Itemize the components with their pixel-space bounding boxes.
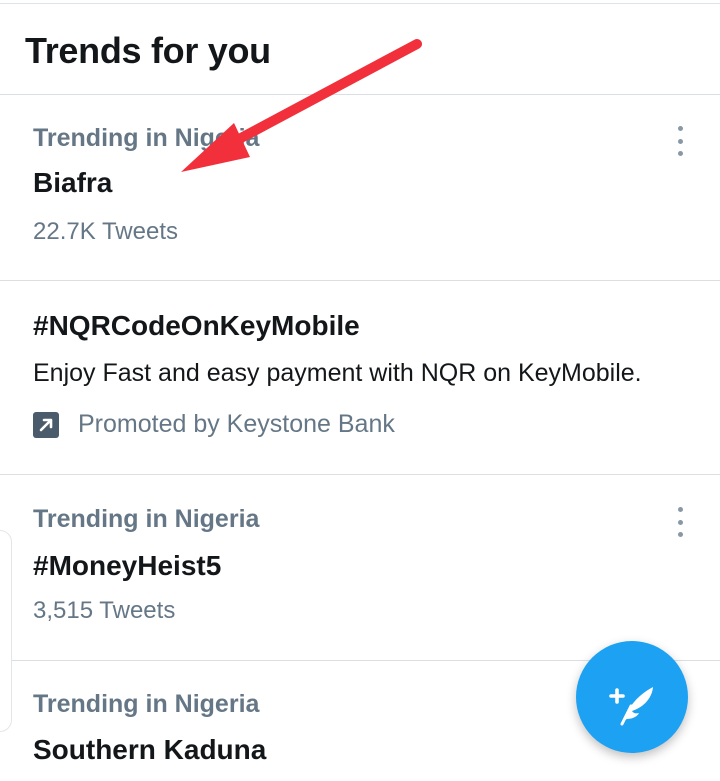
trend-context: Trending in Nigeria: [33, 124, 260, 152]
promoted-trend-item[interactable]: #NQRCodeOnKeyMobile Enjoy Fast and easy …: [0, 281, 720, 475]
trends-header: Trends for you: [0, 4, 720, 95]
trend-name: Southern Kaduna: [33, 734, 267, 765]
promoted-description: Enjoy Fast and easy payment with NQR on …: [33, 359, 642, 387]
trend-tweet-count: 22.7K Tweets: [33, 218, 178, 245]
page-title: Trends for you: [25, 30, 271, 71]
compose-tweet-button[interactable]: [576, 641, 688, 753]
promoted-trend-name: #NQRCodeOnKeyMobile: [33, 310, 360, 341]
trend-context: Trending in Nigeria: [33, 690, 260, 718]
side-drawer-edge: [0, 530, 12, 732]
promoted-by-label: Promoted by Keystone Bank: [78, 410, 395, 438]
trend-context: Trending in Nigeria: [33, 505, 260, 533]
trend-item-moneyheist5[interactable]: Trending in Nigeria #MoneyHeist5 3,515 T…: [0, 475, 720, 661]
compose-tweet-icon: [609, 687, 653, 726]
more-options-icon[interactable]: [666, 507, 694, 537]
promoted-arrow-icon: [33, 412, 59, 438]
trend-name: #MoneyHeist5: [33, 550, 222, 581]
trend-item-biafra[interactable]: Trending in Nigeria Biafra 22.7K Tweets: [0, 95, 720, 281]
more-options-icon[interactable]: [666, 126, 694, 156]
trend-tweet-count: 3,515 Tweets: [33, 597, 176, 624]
trend-name: Biafra: [33, 167, 113, 198]
